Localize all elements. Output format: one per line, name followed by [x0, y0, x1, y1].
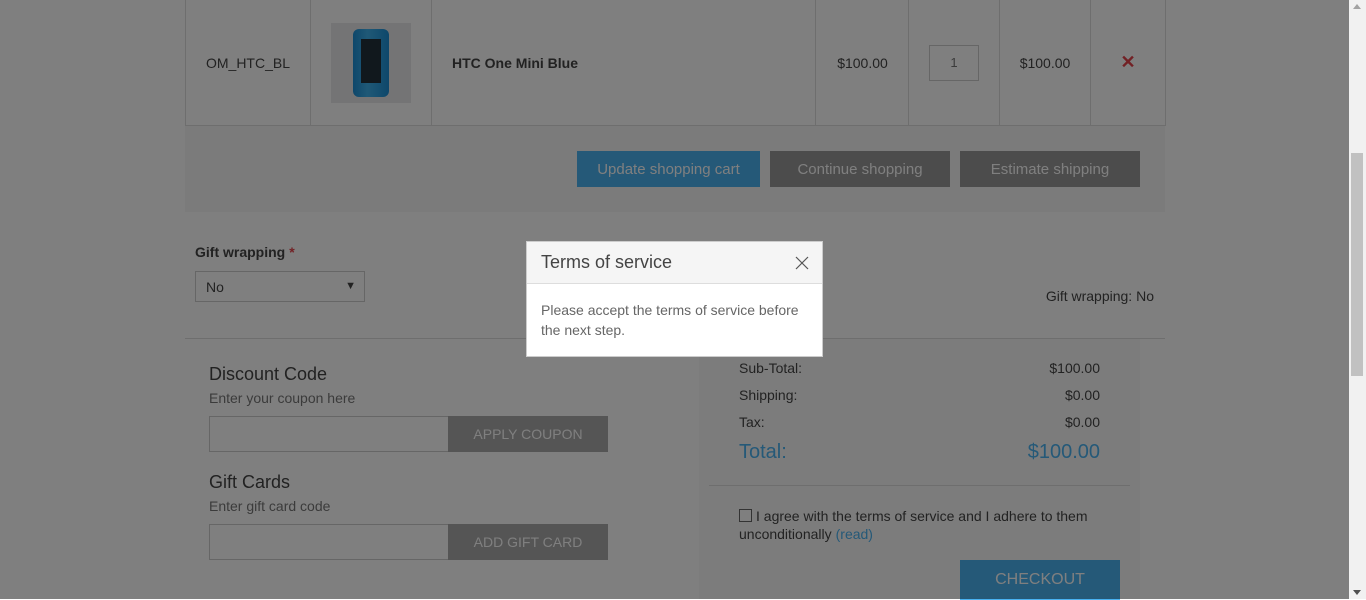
scrollbar-thumb[interactable] [1351, 153, 1363, 376]
dialog-message: Please accept the terms of service befor… [541, 302, 799, 338]
close-icon[interactable] [794, 255, 810, 271]
dialog-title: Terms of service [541, 252, 673, 272]
vertical-scrollbar[interactable] [1349, 0, 1366, 599]
scroll-down-arrow-icon[interactable] [1353, 590, 1361, 595]
terms-dialog: Terms of service Please accept the terms… [526, 241, 823, 357]
shopping-cart-page: OM_HTC_BL HTC One Mini Blue $100.00 1 $1… [0, 0, 1349, 600]
scroll-up-arrow-icon[interactable] [1353, 4, 1361, 9]
dialog-header: Terms of service [527, 242, 822, 284]
